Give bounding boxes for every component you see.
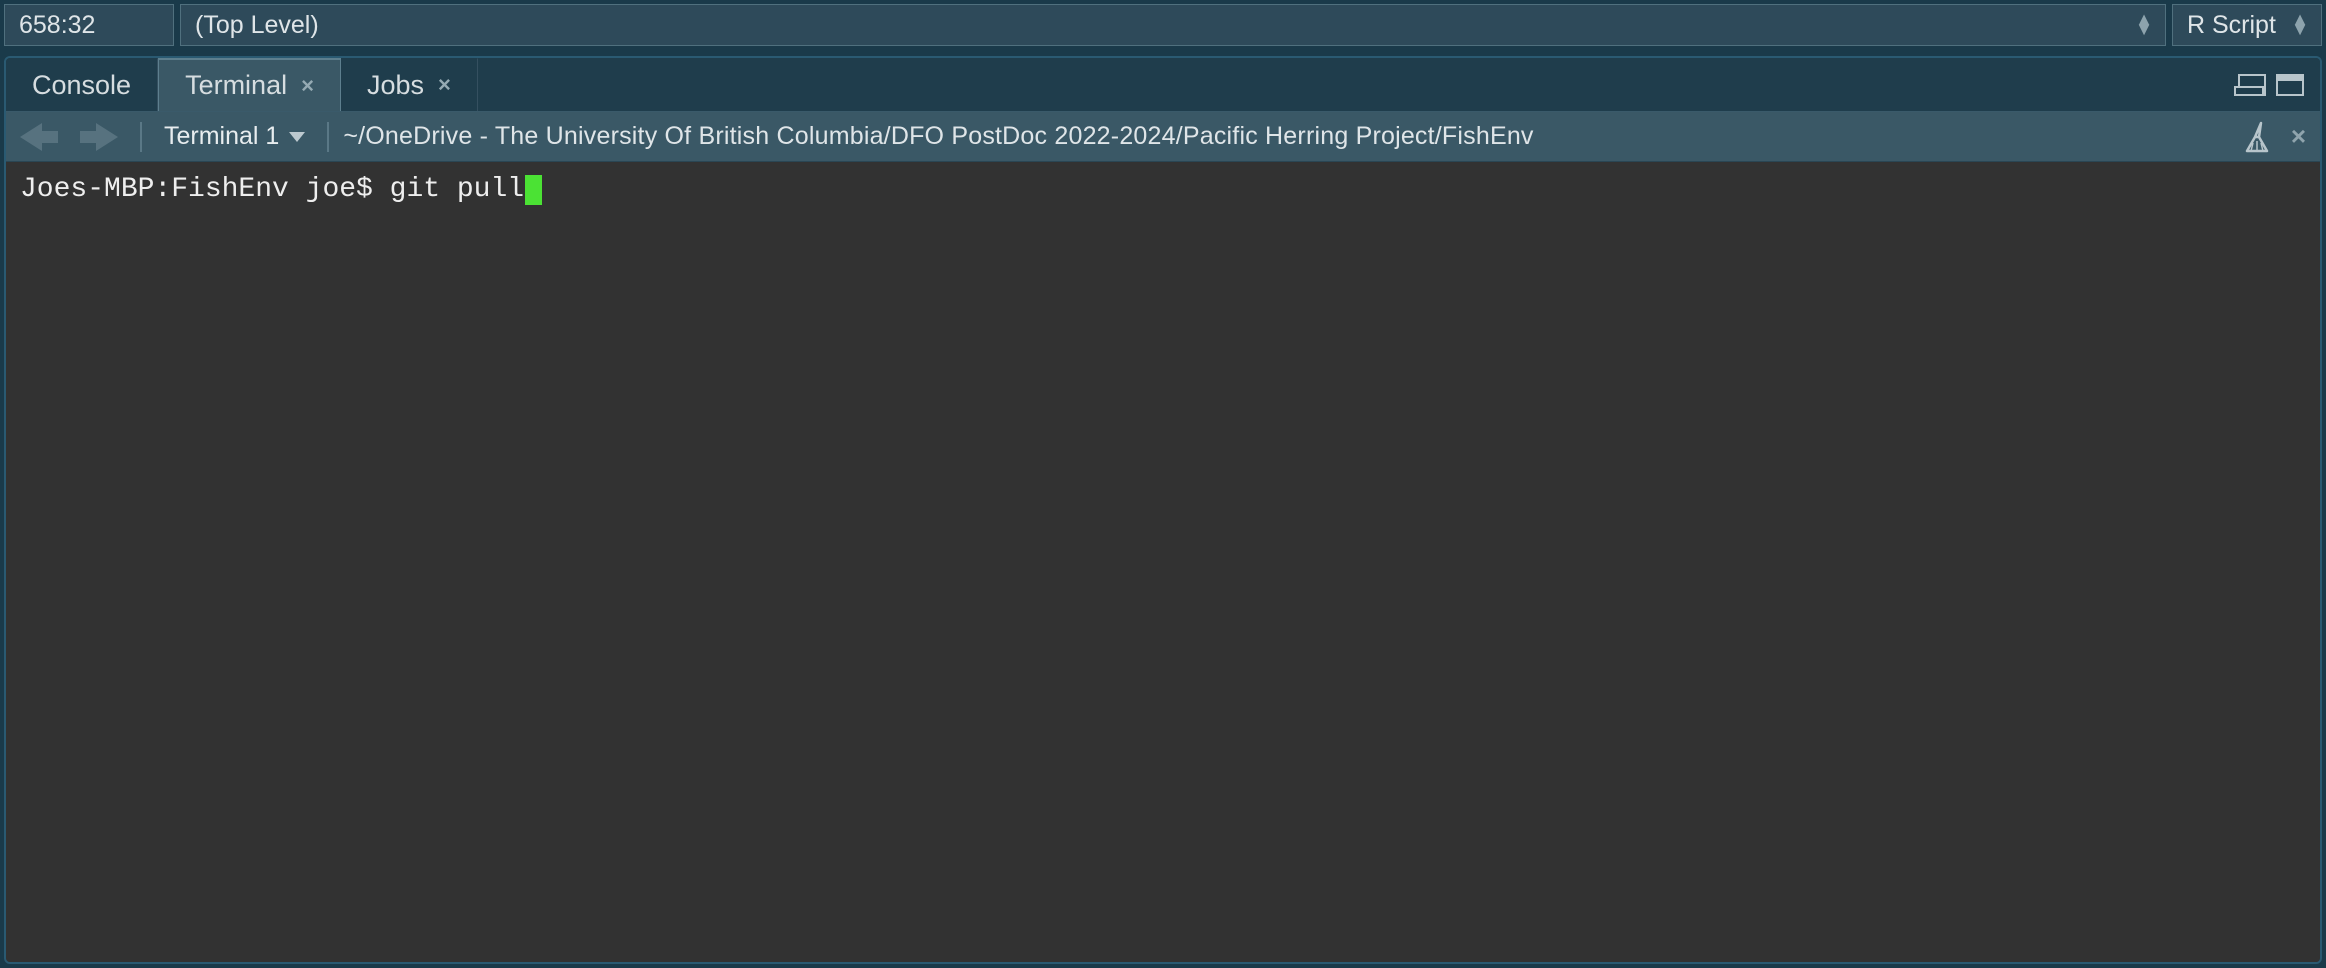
minimize-pane-icon[interactable] [2238,74,2266,96]
close-icon[interactable]: × [301,73,314,99]
arrow-left-icon [20,123,42,151]
editor-status-bar: 658:32 (Top Level) ▲▼ R Script ▲▼ [4,4,2322,46]
nav-forward-button[interactable] [80,123,126,151]
tab-console-label: Console [32,70,131,101]
divider [327,122,329,152]
pane-window-controls [2238,58,2320,111]
nav-back-button[interactable] [20,123,66,151]
terminal-prompt: Joes-MBP:FishEnv joe$ [20,174,390,205]
sort-icon: ▲▼ [2135,15,2153,35]
tab-jobs-label: Jobs [367,70,424,101]
sort-icon: ▲▼ [2291,15,2309,35]
tab-terminal[interactable]: Terminal × [158,58,341,111]
close-icon[interactable]: × [438,72,451,98]
terminal-output[interactable]: Joes-MBP:FishEnv joe$ git pull [6,162,2320,962]
scope-selector[interactable]: (Top Level) ▲▼ [180,4,2166,46]
terminal-selector[interactable]: Terminal 1 [156,122,313,151]
tab-terminal-label: Terminal [185,70,287,101]
cursor-position-box[interactable]: 658:32 [4,4,174,46]
clear-terminal-icon[interactable] [2241,121,2273,153]
tab-jobs[interactable]: Jobs × [341,58,478,111]
console-pane: Console Terminal × Jobs × Terminal 1 [4,56,2322,964]
terminal-selector-label: Terminal 1 [164,122,279,151]
maximize-pane-icon[interactable] [2276,74,2304,96]
language-label: R Script [2187,11,2276,40]
cursor-position-text: 658:32 [19,11,95,40]
chevron-down-icon [289,132,305,142]
working-directory-path[interactable]: ~/OneDrive - The University Of British C… [343,122,1533,151]
divider [140,122,142,152]
terminal-toolbar: Terminal 1 ~/OneDrive - The University O… [6,112,2320,162]
terminal-command: git pull [390,174,524,205]
scope-label: (Top Level) [195,11,319,40]
pane-tab-strip: Console Terminal × Jobs × [6,58,2320,112]
close-terminal-icon[interactable]: × [2291,121,2306,152]
language-selector[interactable]: R Script ▲▼ [2172,4,2322,46]
tab-console[interactable]: Console [6,58,158,111]
arrow-right-icon [96,123,118,151]
terminal-cursor [525,175,542,205]
